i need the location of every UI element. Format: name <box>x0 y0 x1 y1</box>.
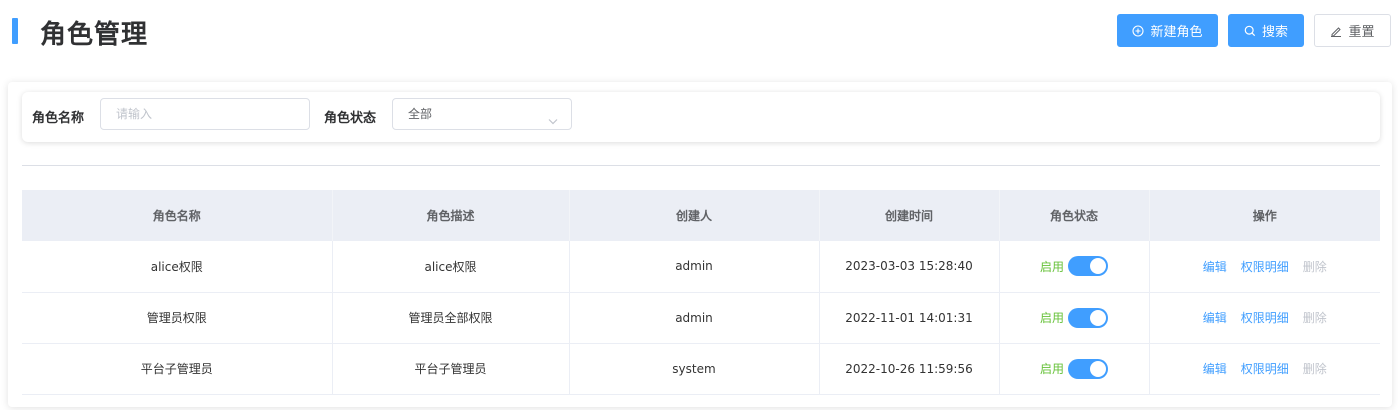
toggle-knob <box>1090 360 1106 377</box>
reset-button[interactable]: 重置 <box>1314 14 1391 47</box>
title-accent-bar <box>12 18 18 44</box>
search-button[interactable]: 搜索 <box>1228 14 1304 47</box>
content-card: 角色名称 请输入 角色状态 全部 角色名称 角色描述 创建人 创建时间 角色状态… <box>8 82 1392 407</box>
delete-link[interactable]: 删除 <box>1303 258 1327 275</box>
permission-detail-link[interactable]: 权限明细 <box>1241 309 1289 326</box>
toggle-knob <box>1090 258 1106 275</box>
role-name-input[interactable]: 请输入 <box>100 98 310 130</box>
column-header: 角色名称 <box>22 190 333 241</box>
table-row: 平台子管理员 平台子管理员 system 2022-10-26 11:59:56… <box>22 343 1380 395</box>
role-status-value: 全部 <box>408 107 433 121</box>
created-time-cell: 2023-03-03 15:28:40 <box>819 241 1000 293</box>
reset-label: 重置 <box>1348 25 1375 40</box>
role-status-filter-label: 角色状态 <box>324 111 377 126</box>
filter-bar: 角色名称 请输入 角色状态 全部 <box>22 92 1380 142</box>
status-text: 启用 <box>1039 259 1064 274</box>
actions-cell: 编辑 权限明细 删除 <box>1149 292 1380 344</box>
role-name-filter-label: 角色名称 <box>32 111 85 126</box>
status-cell: 启用 <box>999 241 1150 293</box>
creator-cell: admin <box>569 241 820 293</box>
new-role-label: 新建角色 <box>1150 25 1203 40</box>
creator-cell: admin <box>569 292 820 344</box>
status-text: 启用 <box>1039 311 1064 325</box>
table-row: 管理员权限 管理员全部权限 admin 2022-11-01 14:01:31 … <box>22 292 1380 344</box>
new-role-button[interactable]: 新建角色 <box>1117 14 1218 47</box>
role-name-cell: 管理员权限 <box>22 292 333 344</box>
creator-cell: system <box>569 343 820 395</box>
role-status-select[interactable]: 全部 <box>392 98 572 130</box>
role-desc-cell: 平台子管理员 <box>332 343 570 395</box>
table-row: alice权限 alice权限 admin 2023-03-03 15:28:4… <box>22 241 1380 293</box>
divider <box>22 165 1380 166</box>
column-header: 操作 <box>1149 190 1380 241</box>
toggle-knob <box>1090 309 1106 326</box>
table-header-row: 角色名称 角色描述 创建人 创建时间 角色状态 操作 <box>22 190 1380 241</box>
edit-link[interactable]: 编辑 <box>1203 360 1227 377</box>
delete-link[interactable]: 删除 <box>1303 360 1327 377</box>
status-cell: 启用 <box>999 343 1150 395</box>
status-toggle[interactable] <box>1068 256 1108 277</box>
column-header: 创建时间 <box>819 190 1000 241</box>
page-title: 角色管理 <box>40 20 149 50</box>
role-name-cell: alice权限 <box>22 241 333 293</box>
roles-table: 角色名称 角色描述 创建人 创建时间 角色状态 操作 alice权限 alice… <box>22 190 1380 395</box>
created-time-cell: 2022-11-01 14:01:31 <box>819 292 1000 344</box>
status-text: 启用 <box>1039 362 1064 376</box>
role-name-placeholder: 请输入 <box>116 107 153 121</box>
column-header: 角色状态 <box>999 190 1150 241</box>
role-desc-cell: 管理员全部权限 <box>332 292 570 344</box>
column-header: 角色描述 <box>332 190 570 241</box>
plus-circle-icon <box>1132 24 1145 37</box>
permission-detail-link[interactable]: 权限明细 <box>1241 360 1289 377</box>
chevron-down-icon <box>547 108 559 138</box>
edit-link[interactable]: 编辑 <box>1203 258 1227 275</box>
actions-cell: 编辑 权限明细 删除 <box>1149 241 1380 293</box>
delete-link[interactable]: 删除 <box>1303 309 1327 326</box>
search-icon <box>1244 25 1256 37</box>
search-label: 搜索 <box>1261 25 1288 40</box>
column-header: 创建人 <box>569 190 820 241</box>
actions-cell: 编辑 权限明细 删除 <box>1149 343 1380 395</box>
edit-pen-icon <box>1330 25 1342 37</box>
edit-link[interactable]: 编辑 <box>1203 309 1227 326</box>
permission-detail-link[interactable]: 权限明细 <box>1241 258 1289 275</box>
role-desc-cell: alice权限 <box>332 241 570 293</box>
status-toggle[interactable] <box>1068 358 1108 379</box>
status-cell: 启用 <box>999 292 1150 344</box>
created-time-cell: 2022-10-26 11:59:56 <box>819 343 1000 395</box>
status-toggle[interactable] <box>1068 307 1108 328</box>
role-name-cell: 平台子管理员 <box>22 343 333 395</box>
